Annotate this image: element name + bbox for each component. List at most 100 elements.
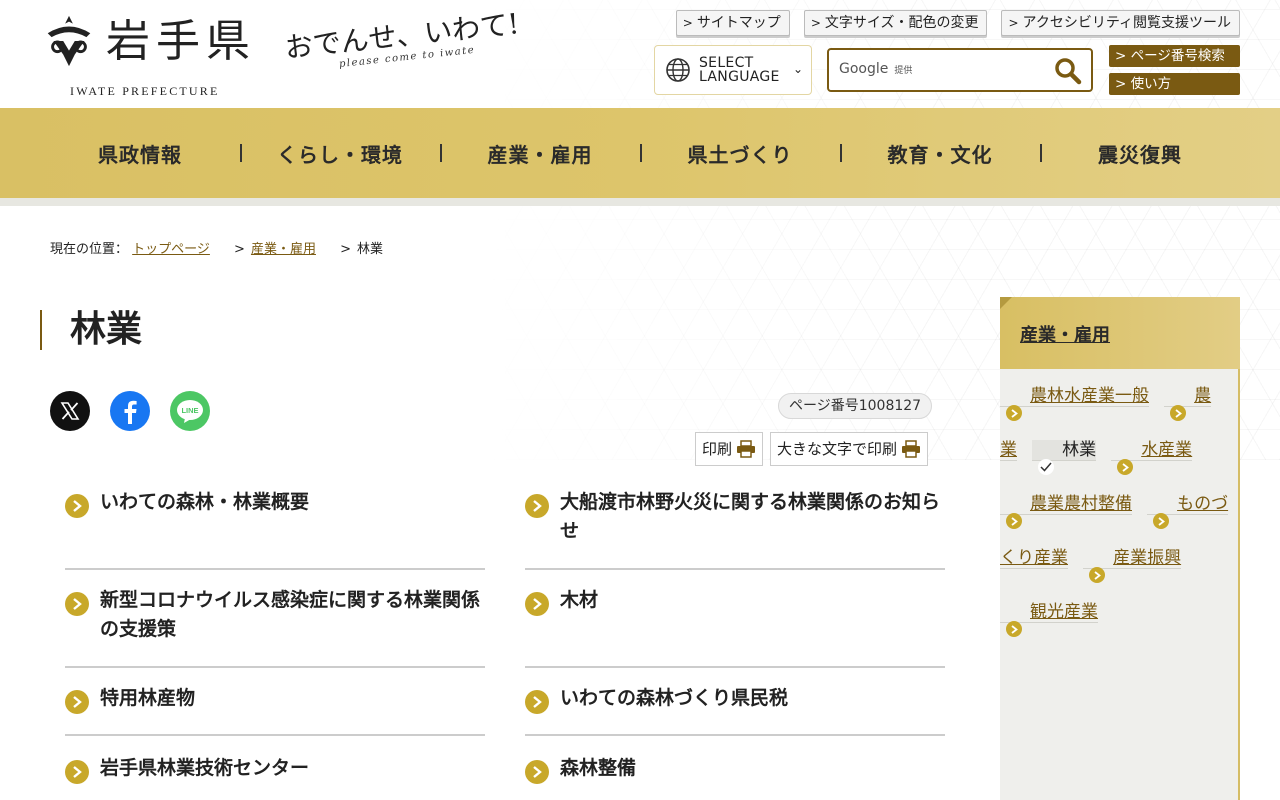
breadcrumb-category-link[interactable]: 産業・雇用 — [251, 242, 316, 257]
line-logo-icon: LINE — [177, 400, 203, 423]
link-forest-tax[interactable]: いわての森林づくり県民税 — [525, 684, 945, 736]
logo-subtitle: IWATE PREFECTURE — [70, 84, 220, 98]
link-timber[interactable]: 木材 — [525, 586, 945, 668]
arrow-right-icon — [65, 494, 89, 518]
link-label: 森林整備 — [560, 757, 637, 779]
link-label: 木材 — [560, 589, 599, 611]
arrow-right-icon — [525, 592, 549, 616]
search-box: Google 提供 — [827, 48, 1093, 92]
text-size-color-label: 文字サイズ・配色の変更 — [824, 15, 979, 31]
site-logo[interactable]: 岩手県 IWATE PREFECTURE — [40, 10, 270, 100]
arrow-right-icon — [1153, 513, 1170, 529]
site-header: 岩手県 IWATE PREFECTURE おでんせ、いわて! please co… — [0, 0, 1280, 108]
arrow-right-icon — [525, 690, 549, 714]
arrow-right-icon — [65, 760, 89, 784]
page-title: 林業 — [40, 310, 142, 350]
breadcrumb-separator: > — [340, 242, 352, 257]
sidebar-heading[interactable]: 産業・雇用 — [1000, 297, 1240, 369]
arrow-right-icon — [1006, 621, 1022, 637]
accessibility-tool-label: アクセシビリティ閲覧支援ツール — [1022, 15, 1231, 31]
prefecture-emblem-icon — [47, 15, 91, 67]
globe-icon — [666, 58, 690, 82]
select-language-button[interactable]: SELECT LANGUAGE ⌄ — [654, 45, 812, 95]
link-label: いわての森林・林業概要 — [100, 491, 310, 513]
howto-button[interactable]: > 使い方 — [1109, 73, 1240, 95]
x-logo-icon — [60, 402, 80, 420]
gnav-item-industry-employment[interactable]: 産業・雇用 — [440, 108, 640, 198]
link-covid-support[interactable]: 新型コロナウイルス感染症に関する林業関係の支援策 — [65, 586, 485, 668]
gnav-item-prefectural-info[interactable]: 県政情報 — [40, 108, 240, 198]
gnav-item-life-environment[interactable]: くらし・環境 — [240, 108, 440, 198]
link-forest-overview[interactable]: いわての森林・林業概要 — [65, 488, 485, 570]
link-forestry-tech-center[interactable]: 岩手県林業技術センター — [65, 754, 485, 800]
global-nav: 県政情報 くらし・環境 産業・雇用 県土づくり 教育・文化 震災復興 — [0, 108, 1280, 198]
sitemap-link[interactable]: > サイトマップ — [675, 10, 790, 36]
sidebar-list: 農林水産業一般 農業 林業 水産業 農業農村整備 ものづくり産業 産業振興 観光… — [1000, 369, 1240, 800]
sidebar-item-label: 農林水産業一般 — [1030, 386, 1149, 406]
sidebar-item-rural-development[interactable]: 農業農村整備 — [1000, 494, 1132, 529]
nav-divider-band — [0, 198, 1280, 206]
print-label: 印刷 — [702, 440, 733, 458]
sidebar-item-agriculture-forestry-fisheries[interactable]: 農林水産業一般 — [1000, 386, 1149, 421]
printer-icon — [737, 440, 756, 458]
link-label: いわての森林づくり県民税 — [560, 687, 789, 709]
sidebar-item-label: 林業 — [1062, 440, 1097, 460]
arrow-right-icon — [1006, 513, 1022, 529]
gnav-item-disaster-recovery[interactable]: 震災復興 — [1040, 108, 1240, 198]
arrow-right-icon — [525, 494, 549, 518]
accessibility-tool-link[interactable]: > アクセシビリティ閲覧支援ツール — [1001, 10, 1240, 36]
print-button[interactable]: 印刷 — [695, 432, 764, 466]
arrow-right-icon — [1170, 405, 1187, 421]
global-nav-list: 県政情報 くらし・環境 産業・雇用 県土づくり 教育・文化 震災復興 — [40, 108, 1240, 198]
sidebar-item-label: 水産業 — [1141, 440, 1193, 460]
chevron-right-icon: > — [682, 16, 693, 30]
chevron-right-icon: > — [1008, 16, 1019, 30]
sidebar-item-tourism[interactable]: 観光産業 — [1000, 602, 1098, 637]
line-share-icon[interactable]: LINE — [170, 391, 210, 431]
arrow-right-icon — [1089, 567, 1106, 583]
arrow-right-icon — [65, 690, 89, 714]
svg-text:LINE: LINE — [181, 406, 198, 415]
page-number-badge: ページ番号1008127 — [778, 393, 933, 419]
print-large-text-button[interactable]: 大きな文字で印刷 — [770, 432, 929, 466]
page-number-search-label: ページ番号検索 — [1130, 48, 1225, 64]
language-label-line2: LANGUAGE — [699, 69, 780, 85]
page-number-search-button[interactable]: > ページ番号検索 — [1109, 45, 1240, 67]
sitemap-label: サイトマップ — [696, 15, 781, 31]
arrow-right-icon — [1117, 459, 1134, 475]
language-label: SELECT LANGUAGE — [699, 56, 780, 84]
sidebar-item-label: 観光産業 — [1030, 602, 1098, 622]
share-buttons: LINE — [50, 391, 210, 431]
link-forest-maintenance[interactable]: 森林整備 — [525, 754, 945, 800]
x-share-icon[interactable] — [50, 391, 90, 431]
language-label-line1: SELECT — [699, 55, 754, 71]
tagline: おでんせ、いわて! please come to iwate — [283, 2, 529, 101]
logo-name: 岩手県 — [106, 16, 256, 67]
gnav-item-land-development[interactable]: 県土づくり — [640, 108, 840, 198]
text-size-color-link[interactable]: > 文字サイズ・配色の変更 — [803, 10, 988, 36]
chevron-right-icon: > — [810, 16, 821, 30]
sidebar-item-fisheries[interactable]: 水産業 — [1111, 440, 1193, 475]
sidebar-item-forestry[interactable]: 林業 — [1032, 440, 1097, 475]
print-large-label: 大きな文字で印刷 — [777, 440, 898, 458]
sidebar-item-industry-promotion[interactable]: 産業振興 — [1083, 548, 1182, 583]
search-input[interactable] — [837, 56, 1047, 84]
arrow-right-icon — [525, 760, 549, 784]
howto-label: 使い方 — [1130, 76, 1172, 92]
search-icon[interactable] — [1053, 56, 1083, 86]
sidebar-item-label: 農業農村整備 — [1030, 494, 1132, 514]
facebook-share-icon[interactable] — [110, 391, 150, 431]
checkmark-icon — [1038, 459, 1055, 475]
link-ofunato-fire-notice[interactable]: 大船渡市林野火災に関する林業関係のお知らせ — [525, 488, 945, 570]
breadcrumb-top-link[interactable]: トップページ — [132, 242, 210, 257]
arrow-right-icon — [1006, 405, 1022, 421]
sidebar-heading-label: 産業・雇用 — [1020, 325, 1110, 346]
link-special-forest-products[interactable]: 特用林産物 — [65, 684, 485, 736]
sidebar-item-label: 産業振興 — [1113, 548, 1182, 568]
gnav-item-education-culture[interactable]: 教育・文化 — [840, 108, 1040, 198]
utility-links: > サイトマップ > 文字サイズ・配色の変更 > アクセシビリティ閲覧支援ツール — [675, 10, 1240, 36]
header-side-buttons: > ページ番号検索 > 使い方 — [1109, 45, 1240, 101]
sidebar: 産業・雇用 農林水産業一般 農業 林業 水産業 農業農村整備 ものづくり産業 産… — [1000, 297, 1240, 800]
chevron-down-icon: ⌄ — [792, 62, 803, 76]
link-label: 岩手県林業技術センター — [100, 757, 310, 779]
